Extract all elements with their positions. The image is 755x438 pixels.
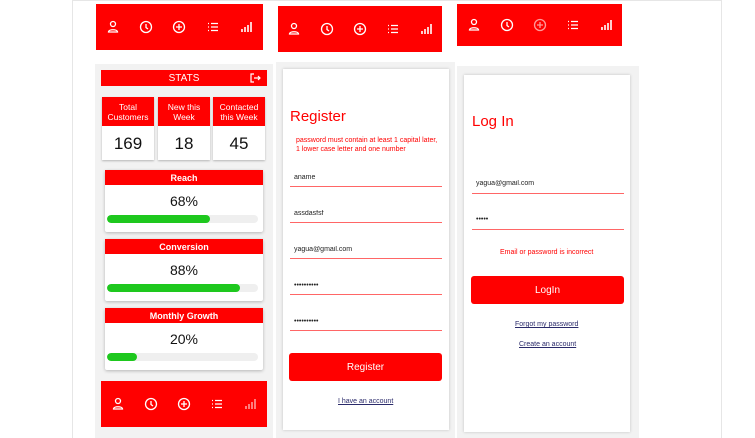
clock-icon[interactable] [144,397,158,411]
progress-bar [107,215,258,223]
username-field[interactable] [290,204,442,223]
email-field[interactable] [472,174,624,194]
stat-card-new-this-week: New this Week 18 [158,97,210,160]
password-hint: password must contain at least 1 capital… [296,137,438,153]
metric-value: 88% [169,262,199,278]
confirm-password-field[interactable] [290,312,442,331]
stat-card-total-customers: Total Customers 169 [102,97,154,160]
person-icon[interactable] [111,397,125,411]
clock-icon[interactable] [139,20,153,34]
forgot-password-link[interactable]: Forgot my password [515,321,578,328]
list-icon[interactable] [386,22,400,36]
create-account-link[interactable]: Create an account [519,341,576,348]
metric-value: 68% [169,193,199,209]
stat-value: 18 [174,134,194,153]
stat-value: 45 [229,134,249,153]
chart-icon[interactable] [419,22,433,36]
list-icon[interactable] [210,397,224,411]
stat-value: 169 [113,134,143,153]
plus-circle-icon[interactable] [353,22,367,36]
stat-label: Contacted this Week [213,97,265,126]
nav-bar-top-2 [278,6,442,52]
stat-label: New this Week [158,97,210,126]
plus-circle-icon[interactable] [533,18,547,32]
list-icon[interactable] [566,18,580,32]
progress-fill [107,284,240,292]
login-error-message: Email or password is incorrect [500,249,594,256]
nav-bar-top-3 [457,4,622,46]
person-icon[interactable] [106,20,120,34]
list-icon[interactable] [206,20,220,34]
person-icon[interactable] [467,18,481,32]
chart-icon[interactable] [599,18,613,32]
metric-card-monthly-growth: Monthly Growth 20% [105,308,263,370]
clock-icon[interactable] [320,22,334,36]
register-title: Register [290,108,346,125]
stats-title: STATS [168,72,200,84]
password-field[interactable] [472,210,624,230]
metric-value: 20% [169,331,199,347]
password-field[interactable] [290,276,442,295]
metric-label: Conversion [105,239,263,254]
name-field[interactable] [290,168,442,187]
chart-icon[interactable] [243,397,257,411]
have-account-link[interactable]: I have an account [338,398,393,405]
metric-label: Monthly Growth [105,308,263,323]
stats-header: STATS [101,70,267,86]
plus-circle-icon[interactable] [172,20,186,34]
email-field[interactable] [290,240,442,259]
progress-bar [107,353,258,361]
login-title: Log In [472,113,514,130]
metric-card-reach: Reach 68% [105,170,263,232]
logout-icon[interactable] [249,72,261,84]
nav-bar-top-1 [96,4,263,50]
progress-fill [107,215,210,223]
metric-card-conversion: Conversion 88% [105,239,263,301]
stat-label: Total Customers [102,97,154,126]
nav-bar-bottom [101,381,267,427]
progress-bar [107,284,258,292]
clock-icon[interactable] [500,18,514,32]
login-button[interactable]: LogIn [471,276,624,304]
person-icon[interactable] [287,22,301,36]
stat-card-contacted-this-week: Contacted this Week 45 [213,97,265,160]
register-button[interactable]: Register [289,353,442,381]
progress-fill [107,353,138,361]
chart-icon[interactable] [239,20,253,34]
metric-label: Reach [105,170,263,185]
plus-circle-icon[interactable] [177,397,191,411]
